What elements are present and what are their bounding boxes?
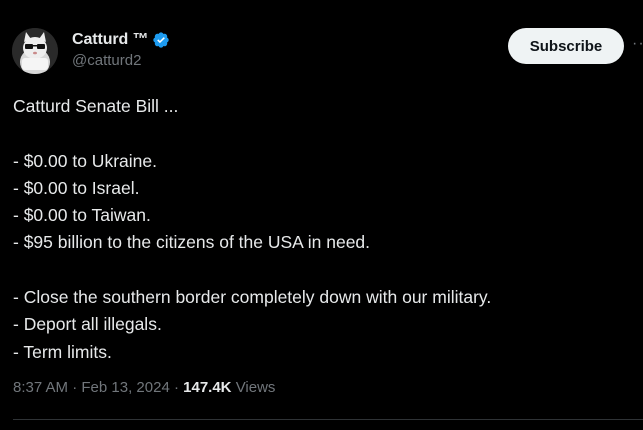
post-line: - $0.00 to Ukraine. xyxy=(13,150,157,171)
post-line: - $0.00 to Israel. xyxy=(13,177,140,198)
meta-separator: · xyxy=(169,379,184,396)
cat-avatar-icon xyxy=(12,28,58,74)
post-line: - Term limits. xyxy=(13,341,112,362)
meta-separator: · xyxy=(68,379,82,396)
post-line: - $95 billion to the citizens of the USA… xyxy=(13,232,371,253)
author-name-row[interactable]: Catturd ™ xyxy=(72,30,170,50)
post-line: Catturd Senate Bill ... xyxy=(13,96,179,116)
views-label: Views xyxy=(235,379,276,396)
more-options-icon[interactable]: ··· xyxy=(632,36,643,56)
post-line-blank xyxy=(13,257,623,284)
post-line: - $0.00 to Taiwan. xyxy=(13,205,151,226)
divider xyxy=(13,419,643,420)
post-line: - Deport all illegals. xyxy=(13,314,162,335)
subscribe-button[interactable]: Subscribe xyxy=(508,28,624,64)
post-time[interactable]: 8:37 AM xyxy=(13,379,68,396)
verified-badge-icon xyxy=(152,31,170,49)
post-meta: 8:37 AM · Feb 13, 2024 · 147.4K Views xyxy=(13,378,275,398)
post-date[interactable]: Feb 13, 2024 xyxy=(81,379,169,396)
post-text: Catturd Senate Bill ... - $0.00 to Ukrai… xyxy=(13,93,623,366)
post-header: Catturd ™ @catturd2 Subscribe ··· xyxy=(0,0,643,90)
views-count[interactable]: 147.4K xyxy=(183,379,231,396)
post-line-blank xyxy=(13,120,623,147)
author-handle[interactable]: @catturd2 xyxy=(72,52,141,70)
post-line: - Close the southern border completely d… xyxy=(13,287,492,308)
author-display-name[interactable]: Catturd ™ xyxy=(72,30,149,50)
avatar[interactable] xyxy=(12,28,58,74)
